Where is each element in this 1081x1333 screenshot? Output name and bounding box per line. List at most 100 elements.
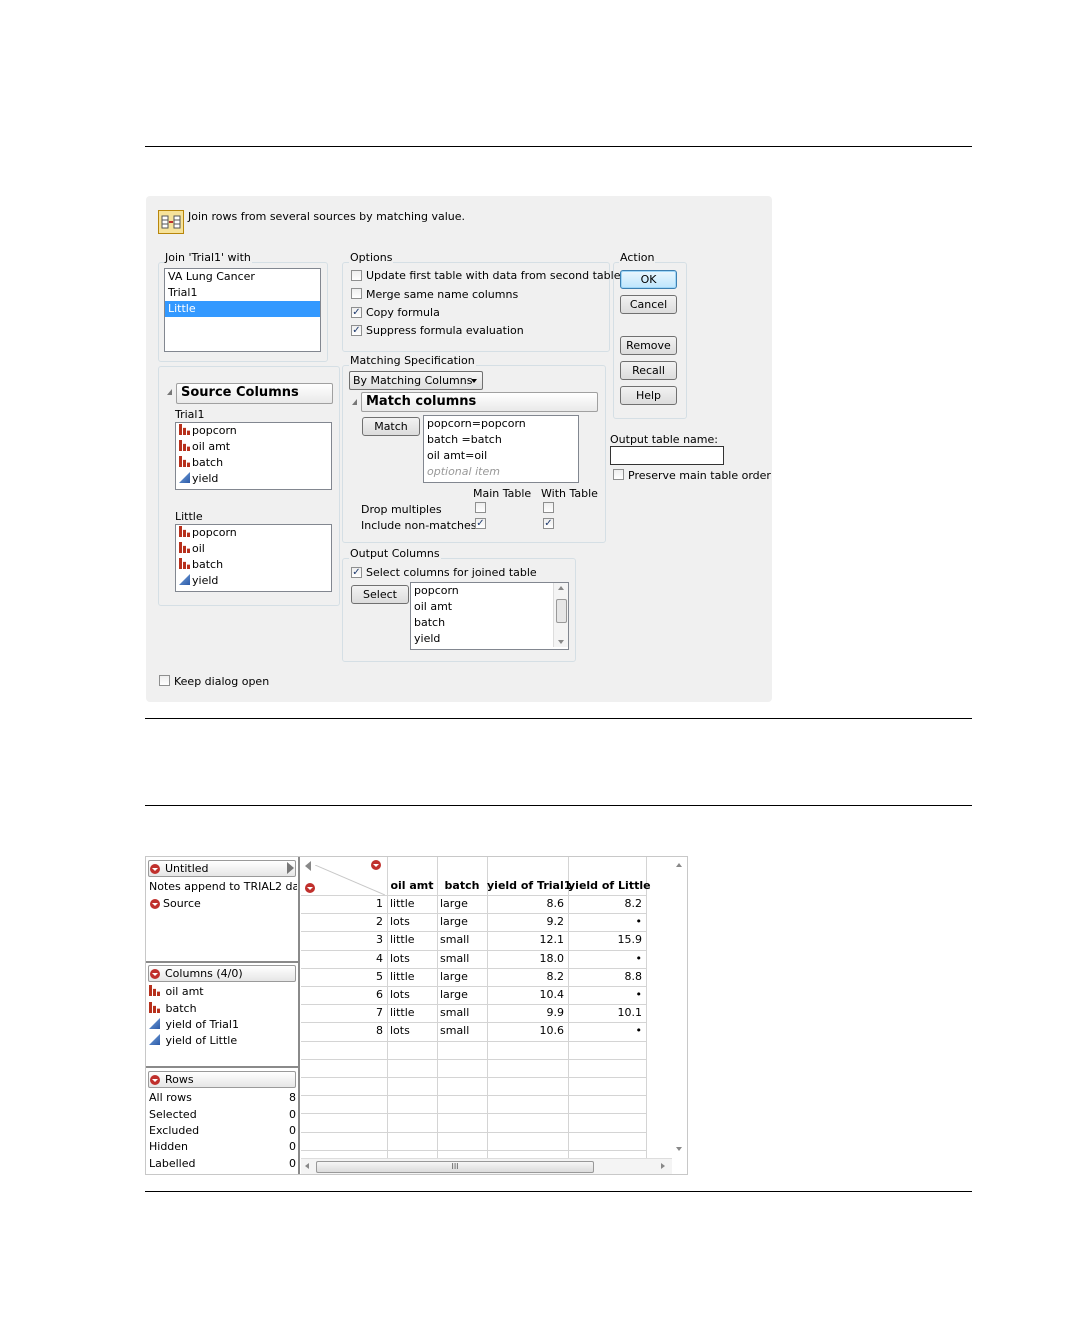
list-item[interactable]: batch (176, 455, 331, 471)
table-cell[interactable]: small (437, 950, 486, 968)
cancel-button[interactable]: Cancel (620, 295, 677, 314)
list-item[interactable]: Trial1 (165, 285, 320, 301)
matching-method-dropdown[interactable]: By Matching Columns (349, 371, 483, 390)
row-number[interactable]: 1 (301, 895, 383, 913)
table-cell[interactable]: 9.9 (487, 1004, 565, 1022)
scroll-up-icon[interactable] (558, 586, 564, 590)
vertical-scrollbar[interactable] (553, 583, 568, 647)
recall-button[interactable]: Recall (620, 361, 677, 380)
match-pairs-list[interactable]: popcorn=popcorn batch =batch oil amt=oil… (423, 415, 579, 483)
table-cell[interactable]: 18.0 (487, 950, 565, 968)
scroll-thumb[interactable]: III (316, 1161, 594, 1173)
list-item[interactable]: popcorn (411, 583, 568, 599)
rows-panel-header[interactable]: Rows (148, 1071, 296, 1088)
list-item[interactable]: popcorn=popcorn (424, 416, 578, 432)
output-table-name-input[interactable] (610, 446, 724, 465)
source-label[interactable]: Source (163, 897, 201, 910)
table-cell[interactable]: small (437, 1004, 486, 1022)
table-cell[interactable]: large (437, 968, 486, 986)
table-cell[interactable]: 10.1 (568, 1004, 643, 1022)
scroll-up-icon[interactable] (676, 863, 682, 867)
output-columns-list[interactable]: popcorn oil amt batch yield (410, 582, 569, 650)
match-button[interactable]: Match (362, 417, 420, 436)
list-item-selected[interactable]: Little (165, 301, 320, 317)
include-nonmatches-main-checkbox[interactable]: ✓ (475, 518, 486, 529)
red-triangle-dropdown-icon[interactable] (150, 899, 160, 909)
list-item[interactable]: popcorn (176, 525, 331, 541)
suppress-formula-checkbox[interactable]: ✓ (351, 325, 362, 336)
table-cell[interactable]: little (387, 1004, 436, 1022)
merge-same-checkbox[interactable] (351, 288, 362, 299)
table-cell[interactable]: 12.1 (487, 931, 565, 949)
column-header[interactable]: oil amt (387, 879, 437, 892)
table-cell[interactable]: 10.6 (487, 1022, 565, 1040)
column-header[interactable]: yield of Trial1 (487, 879, 571, 892)
red-triangle-dropdown-icon[interactable] (150, 864, 160, 874)
help-button[interactable]: Help (620, 386, 677, 405)
list-item[interactable]: batch (411, 615, 568, 631)
column-header[interactable]: batch (437, 879, 487, 892)
column-list-item[interactable]: oil amt (149, 985, 204, 998)
table-cell[interactable]: little (387, 931, 436, 949)
table-cell[interactable]: 10.4 (487, 986, 565, 1004)
scroll-left-icon[interactable] (305, 1163, 309, 1169)
data-grid[interactable]: oil amt batch yield of Trial1 yield of Litt… (301, 857, 687, 1174)
horizontal-scrollbar[interactable]: III (301, 1158, 672, 1174)
scroll-down-icon[interactable] (676, 1147, 682, 1151)
scroll-down-icon[interactable] (558, 640, 564, 644)
list-item[interactable]: yield (176, 573, 331, 589)
list-item[interactable]: batch (176, 557, 331, 573)
table-cell[interactable]: 9.2 (487, 913, 565, 931)
table-cell[interactable]: 15.9 (568, 931, 643, 949)
join-with-list[interactable]: VA Lung Cancer Trial1 Little (164, 268, 321, 352)
list-item[interactable]: yield (411, 631, 568, 647)
row-number[interactable]: 4 (301, 950, 383, 968)
red-triangle-dropdown-icon[interactable] (150, 969, 160, 979)
columns-panel-header[interactable]: Columns (4/0) (148, 965, 296, 982)
table-cell[interactable]: 8.2 (568, 895, 643, 913)
preserve-order-checkbox[interactable] (613, 469, 624, 480)
table-cell[interactable]: small (437, 931, 486, 949)
vertical-scrollbar[interactable] (672, 857, 685, 1158)
row-number[interactable]: 5 (301, 968, 383, 986)
table-cell[interactable]: • (568, 1022, 643, 1040)
table-cell[interactable]: lots (387, 1022, 436, 1040)
table-cell[interactable]: 8.8 (568, 968, 643, 986)
drop-multiples-with-checkbox[interactable] (543, 502, 554, 513)
table-cell[interactable]: • (568, 950, 643, 968)
source-table1-list[interactable]: popcorn oil amt batch yield (175, 422, 332, 490)
row-number[interactable]: 8 (301, 1022, 383, 1040)
drop-multiples-main-checkbox[interactable] (475, 502, 486, 513)
row-number[interactable]: 3 (301, 931, 383, 949)
list-item[interactable]: oil amt=oil (424, 448, 578, 464)
table-cell[interactable]: little (387, 895, 436, 913)
table-cell[interactable]: large (437, 895, 486, 913)
scroll-right-icon[interactable] (661, 1163, 665, 1169)
column-header[interactable]: yield of Little (568, 879, 651, 892)
table-cell[interactable]: lots (387, 986, 436, 1004)
list-item[interactable]: batch =batch (424, 432, 578, 448)
disclosure-icon[interactable] (352, 399, 357, 405)
column-list-item[interactable]: yield of Little (149, 1034, 237, 1047)
include-nonmatches-with-checkbox[interactable]: ✓ (543, 518, 554, 529)
table-cell[interactable]: 8.6 (487, 895, 565, 913)
scroll-thumb[interactable] (556, 599, 567, 623)
table-cell[interactable]: small (437, 1022, 486, 1040)
column-list-item[interactable]: batch (149, 1002, 197, 1015)
table-cell[interactable]: large (437, 913, 486, 931)
list-item[interactable]: VA Lung Cancer (165, 269, 320, 285)
table-cell[interactable]: 8.2 (487, 968, 565, 986)
update-first-checkbox[interactable] (351, 270, 362, 281)
table-cell[interactable]: little (387, 968, 436, 986)
table-cell[interactable]: • (568, 913, 643, 931)
collapse-arrow-icon[interactable] (287, 862, 294, 874)
list-item[interactable]: oil amt (176, 439, 331, 455)
select-columns-arrow-icon[interactable] (305, 861, 311, 871)
remove-button[interactable]: Remove (620, 336, 677, 355)
table-cell[interactable]: lots (387, 913, 436, 931)
row-number[interactable]: 6 (301, 986, 383, 1004)
list-item[interactable]: oil amt (411, 599, 568, 615)
table-cell[interactable]: lots (387, 950, 436, 968)
row-number[interactable]: 7 (301, 1004, 383, 1022)
row-number[interactable]: 2 (301, 913, 383, 931)
